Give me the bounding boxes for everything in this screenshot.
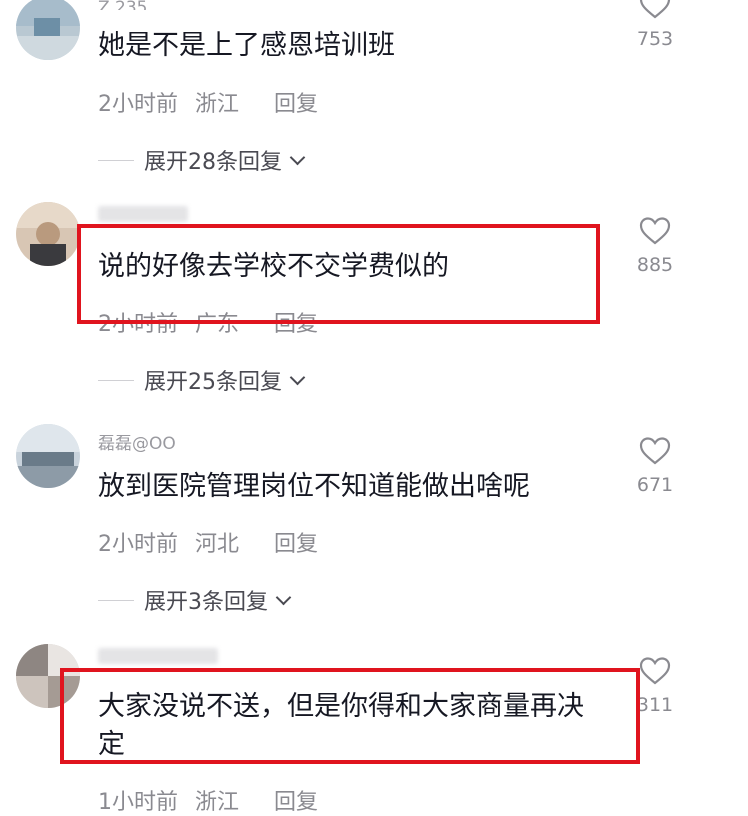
like-button[interactable]: 885 <box>626 216 684 276</box>
avatar[interactable] <box>16 202 80 266</box>
avatar[interactable] <box>16 0 80 60</box>
heart-outline-icon <box>639 657 671 685</box>
comment-meta: 2小时前 浙江 回复 <box>98 86 318 118</box>
username[interactable]: 磊磊@OO <box>98 434 176 454</box>
divider <box>98 599 134 601</box>
reply-button[interactable]: 回复 <box>274 92 318 117</box>
reply-button[interactable]: 回复 <box>274 790 318 815</box>
comment-location: 浙江 <box>195 92 240 117</box>
like-button[interactable]: 671 <box>626 436 684 496</box>
reply-button[interactable]: 回复 <box>274 532 318 557</box>
username[interactable] <box>98 648 218 664</box>
heart-outline-icon <box>639 437 671 465</box>
expand-replies-label: 展开28条回复 <box>144 150 282 175</box>
chevron-down-icon <box>289 369 306 385</box>
heart-outline-icon <box>639 0 671 19</box>
comment-location: 浙江 <box>195 790 240 815</box>
comment-time: 2小时前 <box>98 92 178 117</box>
expand-replies-button[interactable]: 展开25条回复 <box>98 364 306 396</box>
comment-meta: 2小时前 河北 回复 <box>98 526 318 558</box>
comment-text: 放到医院管理岗位不知道能做出啥呢 <box>98 471 530 502</box>
comment-location: 河北 <box>195 532 240 557</box>
expand-replies-button[interactable]: 展开28条回复 <box>98 144 306 176</box>
chevron-down-icon <box>275 589 292 605</box>
divider <box>98 379 134 381</box>
comment-meta: 1小时前 浙江 回复 <box>98 784 318 816</box>
chevron-down-icon <box>289 149 306 165</box>
highlight-box <box>60 668 640 764</box>
expand-replies-button[interactable]: 展开3条回复 <box>98 584 292 616</box>
comment-text: 她是不是上了感恩培训班 <box>98 30 395 61</box>
comment-time: 1小时前 <box>98 790 178 815</box>
expand-replies-label: 展开3条回复 <box>144 590 268 615</box>
highlight-box <box>77 224 600 324</box>
avatar[interactable] <box>16 424 80 488</box>
like-count: 753 <box>636 28 674 50</box>
expand-replies-label: 展开25条回复 <box>144 370 282 395</box>
like-count: 671 <box>636 474 674 496</box>
comment-time: 2小时前 <box>98 532 178 557</box>
heart-outline-icon <box>639 217 671 245</box>
divider <box>98 159 134 161</box>
like-count: 885 <box>636 254 674 276</box>
username[interactable] <box>98 206 188 222</box>
like-button[interactable]: 753 <box>626 0 684 50</box>
username[interactable]: Z.235 <box>98 0 148 10</box>
